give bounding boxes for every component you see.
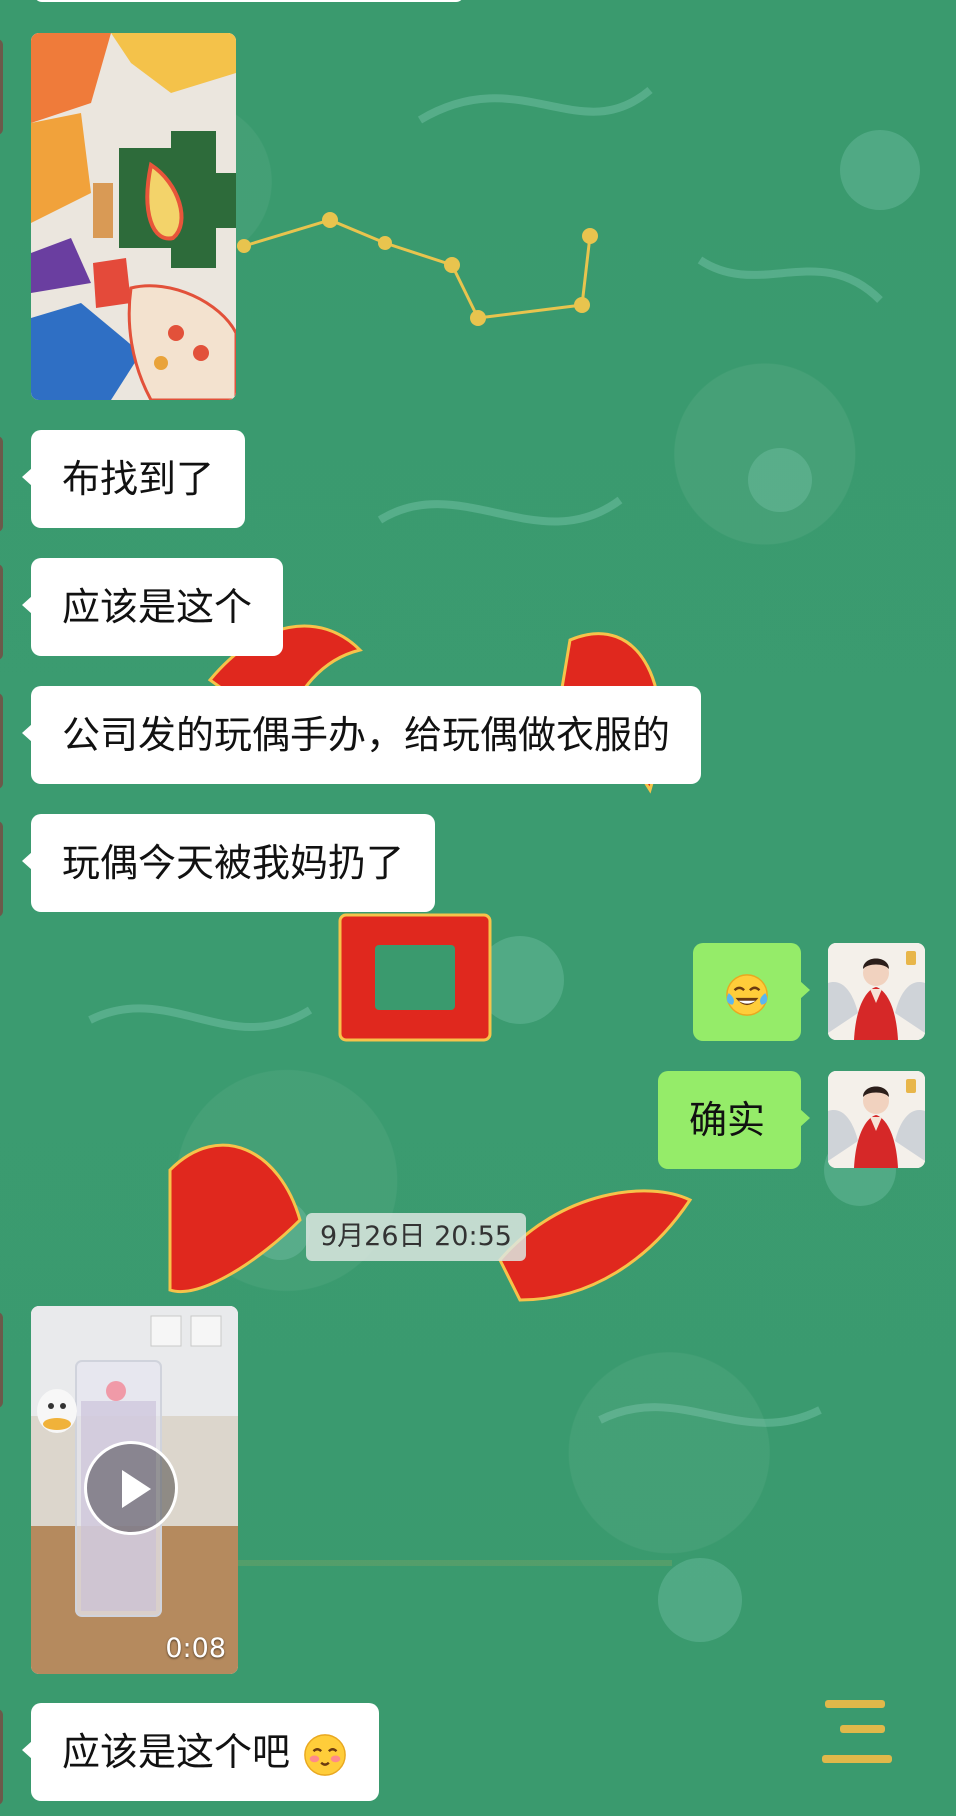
message-bubble-incoming[interactable]: 公司发的玩偶手办，给玩偶做衣服的 (21, 686, 702, 784)
message-text: 应该是这个 (62, 585, 253, 629)
contact-avatar[interactable] (0, 436, 3, 532)
contact-avatar[interactable] (0, 1312, 3, 1408)
chat-timestamp: 9月26日 20:55 (306, 1213, 526, 1261)
my-avatar[interactable] (828, 943, 925, 1040)
play-icon[interactable] (84, 1441, 178, 1535)
contact-avatar[interactable] (0, 39, 3, 135)
message-text: 应该是这个吧 (62, 1730, 291, 1774)
message-text: 布找到了 (62, 457, 215, 501)
video-message[interactable]: 0:08 (31, 1306, 238, 1674)
avatar-image (828, 1071, 925, 1168)
message-text: 公司发的玩偶手办，给玩偶做衣服的 (62, 713, 671, 757)
previous-message-bubble[interactable] (34, 0, 464, 2)
message-bubble-outgoing[interactable] (693, 943, 810, 1041)
contact-avatar[interactable] (0, 821, 3, 917)
video-duration: 0:08 (165, 1633, 226, 1664)
contact-avatar[interactable] (0, 564, 3, 660)
crying-laughing-emoji (726, 973, 768, 1016)
avatar-image (828, 943, 925, 1040)
contact-avatar[interactable] (0, 693, 3, 789)
contact-avatar[interactable] (0, 1709, 3, 1805)
fabric-photo (31, 33, 236, 400)
message-text: 玩偶今天被我妈扔了 (62, 841, 405, 885)
blushing-face-emoji (304, 1733, 346, 1776)
message-text: 确实 (689, 1098, 766, 1142)
message-bubble-incoming[interactable]: 玩偶今天被我妈扔了 (21, 814, 436, 912)
image-message[interactable] (31, 33, 236, 400)
message-bubble-incoming[interactable]: 布找到了 (21, 430, 246, 528)
message-bubble-incoming[interactable]: 应该是这个 (21, 558, 284, 656)
message-bubble-incoming[interactable]: 应该是这个吧 (21, 1703, 380, 1801)
message-bubble-outgoing[interactable]: 确实 (658, 1071, 810, 1169)
my-avatar[interactable] (828, 1071, 925, 1168)
